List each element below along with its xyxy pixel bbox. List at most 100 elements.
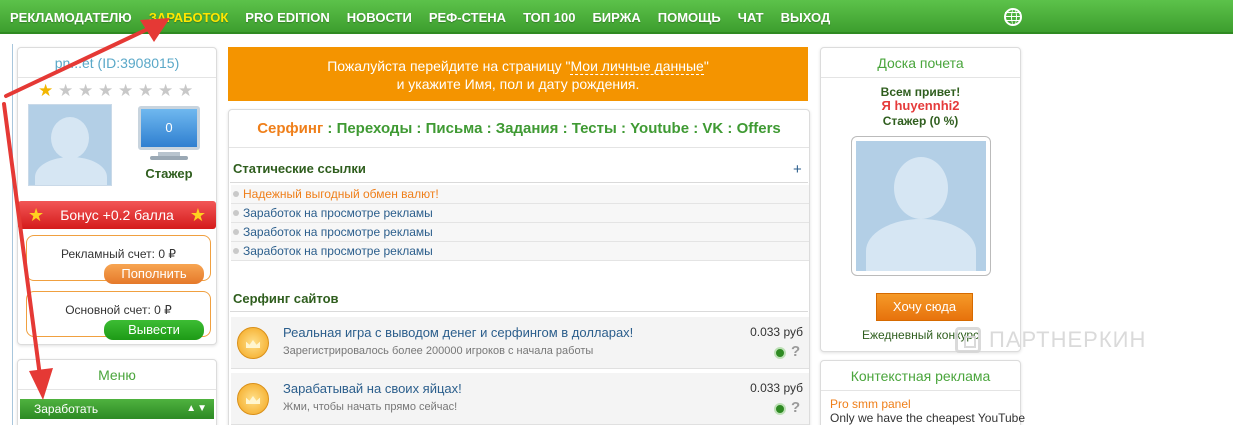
static-link-item[interactable]: Надежный выгодный обмен валют! [231, 185, 809, 204]
avatar-body-shape [35, 157, 107, 185]
globe-icon[interactable] [1004, 8, 1022, 26]
notice-text: " [703, 58, 709, 74]
honor-rank: Стажер (0 %) [882, 114, 959, 128]
surfing-item-title[interactable]: Реальная игра с выводом денег и серфинго… [283, 325, 633, 340]
tab-6[interactable]: VK [702, 120, 723, 137]
tab-1[interactable]: Переходы [337, 120, 413, 137]
crown-icon [237, 383, 269, 415]
expand-plus-icon[interactable]: + [793, 161, 802, 178]
nav-item[interactable]: ЗАРАБОТОК [149, 10, 229, 25]
honor-board: Доска почета Всем привет! Я huyennhi2 Ст… [820, 47, 1021, 352]
surfing-item-price: 0.033 руб [750, 381, 803, 395]
nav-item[interactable]: РЕКЛАМОДАТЕЛЮ [10, 10, 132, 25]
tab-separator: : [482, 120, 496, 137]
nav-items: РЕКЛАМОДАТЕЛЮ ЗАРАБОТОК PRO EDITION НОВОСТИ… [10, 0, 847, 34]
work-box: Серфинг : Переходы : Письма : Задания : … [228, 109, 810, 425]
tab-7[interactable]: Offers [737, 120, 781, 137]
verified-icon [774, 347, 786, 359]
tab-0[interactable]: Серфинг [257, 120, 323, 137]
nav-item[interactable]: НОВОСТИ [347, 10, 412, 25]
nav-item[interactable]: ТОП 100 [523, 10, 575, 25]
static-link-item[interactable]: Заработок на просмотре рекламы [231, 242, 809, 261]
main-account-label: Основной счет: 0 ₽ [65, 303, 172, 317]
tab-separator: : [689, 120, 703, 137]
tab-separator: : [412, 120, 426, 137]
honor-title: Доска почета [821, 48, 1020, 78]
tab-5[interactable]: Youtube [630, 120, 689, 137]
profile-box: pn...et (ID:3908015) ★ ★ ★ ★ ★ ★ ★ ★ 0 Стажер ★… [17, 47, 217, 345]
static-link-item[interactable]: Заработок на просмотре рекламы [231, 204, 809, 223]
menu-item-earn[interactable]: Заработать ▲▼ [20, 399, 214, 419]
menu-title: Меню [18, 360, 216, 390]
avatar-head-shape [51, 117, 89, 159]
context-ad-link[interactable]: Pro smm panel [830, 397, 911, 411]
divider [230, 182, 808, 183]
surfing-item-title[interactable]: Зарабатывай на своих яйцах! [283, 381, 462, 396]
bonus-label: Бонус +0.2 балла [60, 207, 174, 223]
nav-item[interactable]: РЕФ-СТЕНА [429, 10, 506, 25]
tab-separator: : [558, 120, 572, 137]
honor-name[interactable]: huyennhi2 [894, 98, 959, 113]
avatar-body-shape [866, 219, 976, 271]
nav-item[interactable]: ВЫХОД [781, 10, 831, 25]
star-icon: ★ [78, 81, 94, 100]
topup-button[interactable]: Пополнить [104, 264, 204, 284]
personal-data-link[interactable]: Мои личные данные [570, 58, 704, 75]
avatar-head-shape [894, 157, 948, 219]
menu-item-label: Заработать [34, 402, 99, 416]
notice-text: Пожалуйста перейдите на страницу " [327, 58, 571, 74]
help-icon[interactable]: ? [791, 399, 800, 416]
page: РЕКЛАМОДАТЕЛЮ ЗАРАБОТОК PRO EDITION НОВОСТИ… [0, 0, 1233, 425]
user-rank: Стажер [145, 166, 193, 181]
profile-notice: Пожалуйста перейдите на страницу "Мои ли… [228, 47, 808, 101]
surfing-item-subtitle: Жми, чтобы начать прямо сейчас! [283, 401, 458, 413]
star-icon: ★ [28, 205, 45, 225]
notice-line-1: Пожалуйста перейдите на страницу "Мои ли… [228, 57, 808, 75]
bonus-button[interactable]: ★ Бонус +0.2 балла ★ [18, 201, 216, 229]
user-avatar[interactable] [28, 104, 112, 186]
tab-separator: : [323, 120, 337, 137]
surfing-item-price: 0.033 руб [750, 325, 803, 339]
help-icon[interactable]: ? [791, 343, 800, 360]
work-tabs: Серфинг : Переходы : Письма : Задания : … [229, 110, 809, 148]
left-divider-line [12, 44, 13, 425]
want-here-button[interactable]: Хочу сюда [876, 293, 973, 321]
profile-username[interactable]: pn...et (ID:3908015) [18, 48, 216, 78]
watermark-icon [955, 327, 981, 353]
divider [230, 311, 808, 312]
tab-3[interactable]: Задания [496, 120, 559, 137]
expand-arrows-icon: ▲▼ [186, 403, 208, 414]
menu-box: Меню Заработать ▲▼ [17, 359, 217, 425]
tab-4[interactable]: Тесты [572, 120, 617, 137]
star-icon: ★ [98, 81, 114, 100]
verified-icon [774, 403, 786, 415]
surfing-item[interactable]: Зарабатывай на своих яйцах! Жми, чтобы на… [231, 373, 809, 425]
rating-stars: ★ ★ ★ ★ ★ ★ ★ ★ [38, 82, 198, 100]
star-icon: ★ [138, 81, 154, 100]
nav-item[interactable]: БИРЖА [592, 10, 640, 25]
nav-item[interactable]: ПОМОЩЬ [658, 10, 721, 25]
honor-greeting: Всем привет! [880, 85, 961, 99]
ad-account: Рекламный счет: 0 ₽ Пополнить [26, 235, 211, 284]
nav-item[interactable]: ЧАТ [738, 10, 764, 25]
star-icon: ★ [189, 205, 206, 225]
honor-name-line: Я huyennhi2 [821, 98, 1020, 113]
withdraw-button[interactable]: Вывести [104, 320, 204, 340]
honor-name-prefix: Я [881, 98, 895, 113]
honor-avatar[interactable] [851, 136, 991, 276]
monitor-base [150, 156, 188, 160]
honor-avatar-image [856, 141, 986, 271]
star-icon: ★ [178, 81, 194, 100]
nav-item[interactable]: PRO EDITION [245, 10, 330, 25]
star-icon: ★ [38, 81, 54, 100]
top-nav: РЕКЛАМОДАТЕЛЮ ЗАРАБОТОК PRO EDITION НОВОСТИ… [0, 0, 1233, 34]
context-ads-box: Контекстная реклама Pro smm panel Only w… [820, 360, 1025, 425]
surfing-item[interactable]: Реальная игра с выводом денег и серфинго… [231, 317, 809, 369]
watermark: ПАРТНЕРКИН [955, 322, 1146, 358]
main-account: Основной счет: 0 ₽ Вывести [26, 291, 211, 340]
static-link-item[interactable]: Заработок на просмотре рекламы [231, 223, 809, 242]
notice-line-2: и укажите Имя, пол и дату рождения. [396, 76, 640, 92]
tab-2[interactable]: Письма [426, 120, 483, 137]
surfing-title: Серфинг сайтов [233, 291, 339, 306]
star-icon: ★ [158, 81, 174, 100]
